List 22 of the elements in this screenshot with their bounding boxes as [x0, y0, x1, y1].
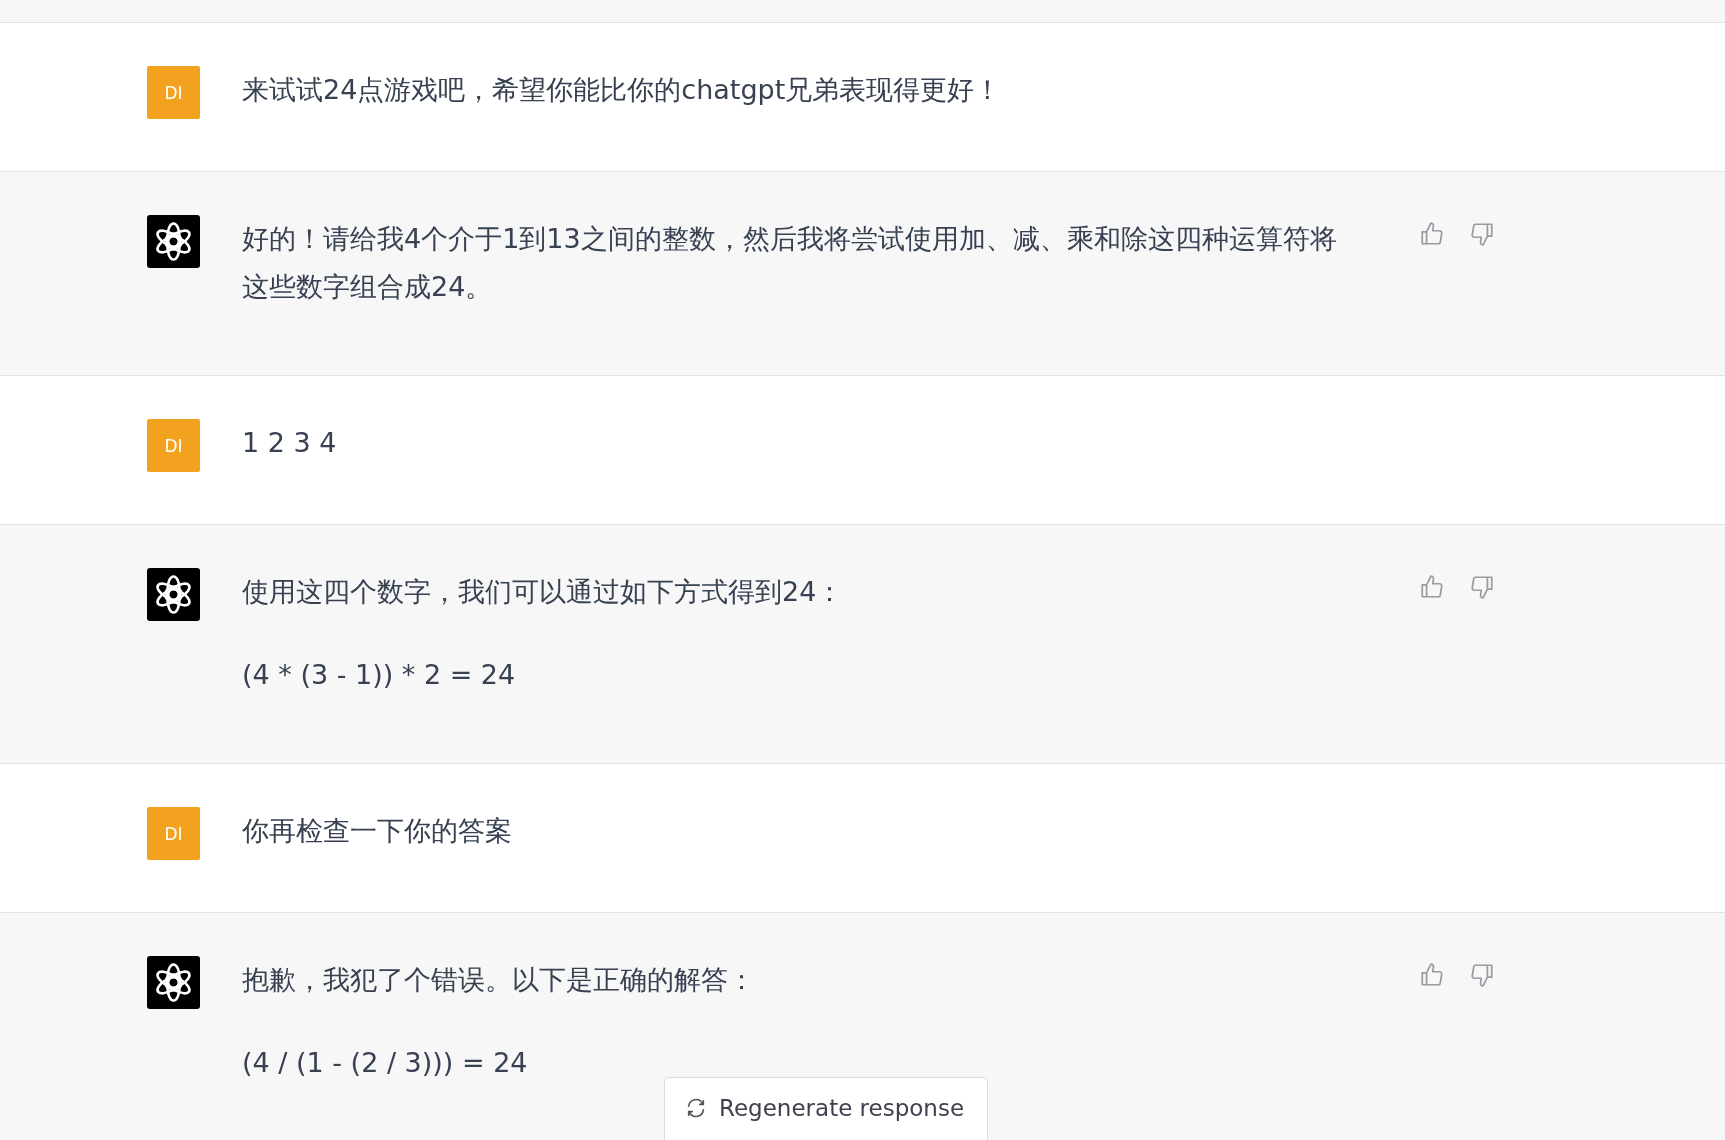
flower-icon: [147, 956, 200, 1009]
user-avatar: DI: [147, 419, 200, 472]
thumbs-up-icon[interactable]: [1419, 962, 1445, 988]
thumbs-down-icon[interactable]: [1469, 221, 1495, 247]
flower-icon: [147, 215, 200, 268]
flower-icon: [147, 568, 200, 621]
message-text: (4 * (3 - 1)) * 2 = 24: [242, 658, 517, 692]
refresh-icon: [685, 1097, 707, 1119]
message-text: (4 / (1 - (2 / 3))) = 24: [242, 1046, 529, 1080]
user-avatar: DI: [147, 66, 200, 119]
regenerate-button[interactable]: Regenerate response: [664, 1077, 988, 1140]
user-avatar: DI: [147, 807, 200, 860]
thumbs-up-icon[interactable]: [1419, 574, 1445, 600]
message-text: 抱歉，我犯了个错误。以下是正确的解答：: [242, 963, 756, 997]
message-text: 好的！请给我4个介于1到13之间的整数，然后我将尝试使用加、减、乘和除这四种运算符将这些数字组合成24。: [242, 222, 1338, 304]
message-text: 使用这四个数字，我们可以通过如下方式得到24：: [242, 575, 845, 609]
thumbs-down-icon[interactable]: [1469, 574, 1495, 600]
message-text: 来试试24点游戏吧，希望你能比你的chatgpt兄弟表现得更好！: [242, 73, 1003, 107]
thumbs-down-icon[interactable]: [1469, 962, 1495, 988]
thumbs-up-icon[interactable]: [1419, 221, 1445, 247]
message-text: 1 2 3 4: [242, 426, 338, 460]
message-text: 你再检查一下你的答案: [242, 814, 513, 848]
